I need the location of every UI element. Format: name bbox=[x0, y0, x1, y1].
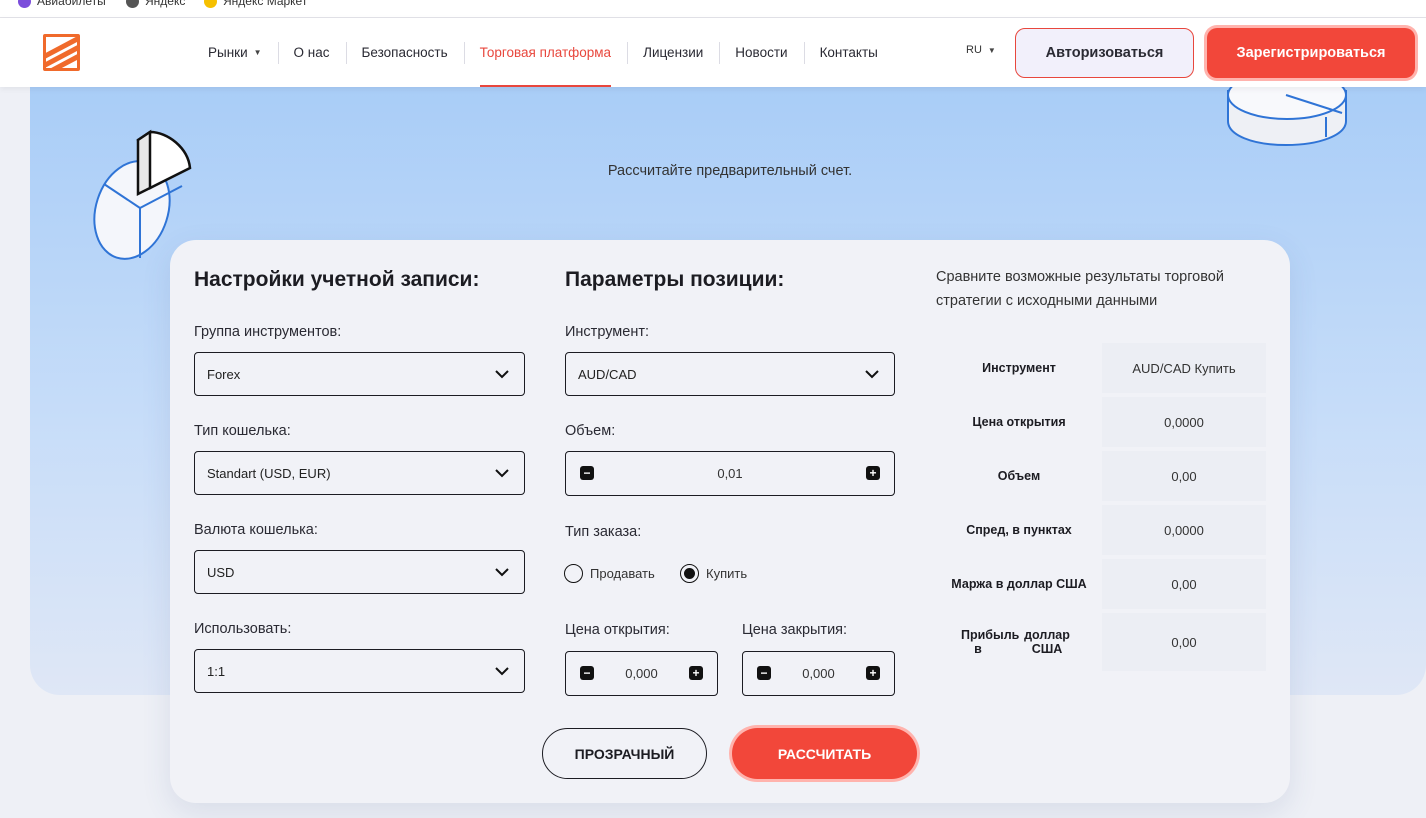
bookmark-market[interactable]: Яндекс Маркет bbox=[204, 0, 307, 8]
close-price-label: Цена закрытия: bbox=[742, 622, 848, 638]
results-value: 0,00 bbox=[1102, 451, 1266, 501]
select-value: 1:1 bbox=[207, 663, 226, 679]
account-settings-title: Настройки учетной записи: bbox=[194, 268, 480, 291]
pie-chart-illustration-left bbox=[93, 129, 192, 260]
chevron-down-icon bbox=[495, 667, 509, 676]
calculator-card: Настройки учетной записи: Группа инструм… bbox=[170, 240, 1290, 803]
select-value: Standart (USD, EUR) bbox=[207, 465, 331, 481]
site-header: Рынки ▼ О нас Безопасность Торговая платф… bbox=[0, 18, 1426, 87]
login-button[interactable]: Авторизоваться bbox=[1015, 28, 1194, 78]
results-value: 0,00 bbox=[1102, 559, 1266, 609]
plus-icon[interactable]: + bbox=[866, 466, 880, 480]
results-intro: Сравните возможные результаты торговой с… bbox=[936, 269, 1224, 309]
results-key: Прибыль в доллар США bbox=[936, 613, 1102, 671]
chevron-down-icon bbox=[495, 469, 509, 478]
results-table: Инструмент AUD/CAD Купить Цена открытия … bbox=[936, 343, 1266, 675]
caret-down-icon: ▼ bbox=[987, 45, 996, 55]
wallet-type-label: Тип кошелька: bbox=[194, 423, 291, 439]
minus-icon[interactable]: − bbox=[580, 666, 594, 680]
main-nav: Рынки ▼ О нас Безопасность Торговая платф… bbox=[192, 18, 894, 87]
calculate-button[interactable]: РАССЧИТАТЬ bbox=[732, 728, 917, 779]
results-key: Маржа в доллар США bbox=[951, 577, 1087, 591]
radio-circle-checked bbox=[680, 564, 699, 583]
results-value: 0,0000 bbox=[1102, 505, 1266, 555]
results-value: 0,0000 bbox=[1102, 397, 1266, 447]
instrument-group-select[interactable]: Forex bbox=[194, 352, 525, 396]
order-type-buy-radio[interactable]: Купить bbox=[680, 564, 747, 583]
avia-icon bbox=[18, 0, 31, 8]
open-price-stepper: − 0,000 + bbox=[565, 651, 718, 696]
plus-icon[interactable]: + bbox=[689, 666, 703, 680]
select-value: USD bbox=[207, 564, 235, 580]
bookmarks-bar: Авиабилеты Яндекс Яндекс Маркет bbox=[0, 0, 1426, 18]
pie-chart-illustration-right bbox=[1227, 87, 1347, 147]
wallet-currency-select[interactable]: USD bbox=[194, 550, 525, 594]
hero-subtitle: Рассчитайте предварительный счет. bbox=[607, 163, 853, 179]
radio-circle bbox=[564, 564, 583, 583]
brand-logo[interactable] bbox=[43, 34, 80, 71]
nav-item-markets[interactable]: Рынки ▼ bbox=[192, 18, 278, 87]
leverage-label: Использовать: bbox=[194, 621, 292, 637]
nav-item-about[interactable]: О нас bbox=[277, 18, 346, 87]
results-value: 0,00 bbox=[1102, 613, 1266, 671]
profit-key-part: доллар США bbox=[1024, 628, 1070, 656]
volume-label: Объем: bbox=[565, 423, 616, 439]
wallet-type-select[interactable]: Standart (USD, EUR) bbox=[194, 451, 525, 495]
open-price-value[interactable]: 0,000 bbox=[625, 666, 658, 681]
language-label: RU bbox=[966, 44, 982, 56]
nav-item-news[interactable]: Новости bbox=[719, 18, 803, 87]
profit-key-part: Прибыль в bbox=[961, 628, 1020, 656]
minus-icon[interactable]: − bbox=[580, 466, 594, 480]
instrument-label: Инструмент: bbox=[565, 324, 650, 340]
results-key: Объем bbox=[997, 469, 1041, 483]
bookmark-label: Яндекс bbox=[145, 0, 186, 8]
minus-icon[interactable]: − bbox=[757, 666, 771, 680]
leverage-select[interactable]: 1:1 bbox=[194, 649, 525, 693]
bookmark-label: Авиабилеты bbox=[37, 0, 106, 8]
nav-item-contacts[interactable]: Контакты bbox=[803, 18, 894, 87]
register-button[interactable]: Зарегистрироваться bbox=[1207, 28, 1415, 78]
results-row: Инструмент AUD/CAD Купить bbox=[936, 343, 1266, 393]
results-value: AUD/CAD Купить bbox=[1102, 343, 1266, 393]
bookmark-yandex[interactable]: Яндекс bbox=[126, 0, 185, 8]
results-key: Инструмент bbox=[982, 361, 1056, 375]
volume-stepper: − 0,01 + bbox=[565, 451, 895, 496]
nav-item-licenses[interactable]: Лицензии bbox=[627, 18, 719, 87]
nav-label: Рынки bbox=[208, 45, 248, 60]
clear-button[interactable]: ПРОЗРАЧНЫЙ bbox=[542, 728, 707, 779]
select-value: Forex bbox=[207, 366, 241, 382]
close-price-stepper: − 0,000 + bbox=[742, 651, 895, 696]
results-row-profit: Прибыль в доллар США 0,00 bbox=[936, 613, 1266, 671]
results-row: Объем 0,00 bbox=[936, 451, 1266, 501]
order-type-label: Тип заказа: bbox=[565, 524, 642, 540]
market-icon bbox=[204, 0, 217, 8]
open-price-label: Цена открытия: bbox=[565, 622, 670, 638]
chevron-down-icon bbox=[865, 370, 879, 379]
select-value: AUD/CAD bbox=[578, 366, 637, 382]
results-row: Цена открытия 0,0000 bbox=[936, 397, 1266, 447]
plus-icon[interactable]: + bbox=[866, 666, 880, 680]
chevron-down-icon bbox=[495, 370, 509, 379]
nav-item-security[interactable]: Безопасность bbox=[345, 18, 464, 87]
bookmark-avia[interactable]: Авиабилеты bbox=[18, 0, 106, 8]
language-selector[interactable]: RU ▼ bbox=[966, 44, 996, 56]
results-row: Спред, в пунктах 0,0000 bbox=[936, 505, 1266, 555]
order-type-sell-radio[interactable]: Продавать bbox=[564, 564, 655, 583]
position-params-title: Параметры позиции: bbox=[565, 268, 785, 291]
wallet-currency-label: Валюта кошелька: bbox=[194, 522, 318, 538]
instrument-select[interactable]: AUD/CAD bbox=[565, 352, 895, 396]
radio-label: Продавать bbox=[590, 566, 655, 581]
radio-label: Купить bbox=[706, 566, 748, 581]
instrument-group-label: Группа инструментов: bbox=[194, 324, 342, 340]
bookmark-label: Яндекс Маркет bbox=[223, 0, 308, 8]
nav-item-trading-platform[interactable]: Торговая платформа bbox=[463, 18, 627, 87]
results-key: Цена открытия bbox=[972, 415, 1066, 429]
chevron-down-icon bbox=[495, 568, 509, 577]
volume-value[interactable]: 0,01 bbox=[717, 466, 742, 481]
caret-down-icon: ▼ bbox=[253, 48, 262, 57]
results-key: Спред, в пунктах bbox=[966, 523, 1072, 537]
close-price-value[interactable]: 0,000 bbox=[802, 666, 835, 681]
yandex-icon bbox=[126, 0, 139, 8]
results-row: Маржа в доллар США 0,00 bbox=[936, 559, 1266, 609]
